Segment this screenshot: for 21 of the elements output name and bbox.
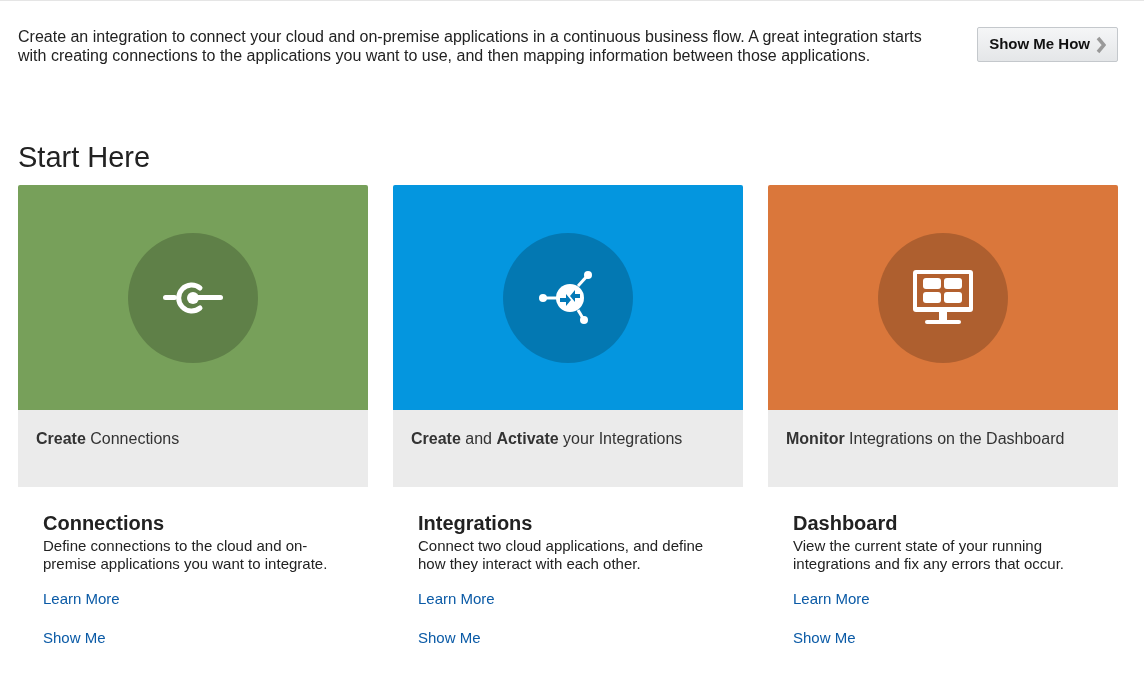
card-description: Connect two cloud applications, and define how they interact with each other. [418, 537, 705, 573]
intro-text: Create an integration to connect your cloud and on-premise applications in a continuous business flow. A great integration starts with creating connections to the applications you want to use, and then mapping information between those applications. [18, 27, 923, 65]
show-me-how-button[interactable]: Show Me How [977, 27, 1118, 62]
card-link[interactable]: Learn More [418, 589, 495, 608]
chevron-right-icon [1096, 35, 1106, 54]
card-description: Define connections to the cloud and on-premise applications you want to integrate. [43, 537, 329, 573]
card-description: View the current state of your running integrations and fix any errors that occur. [793, 537, 1065, 573]
card-title: Connections [43, 511, 166, 535]
card-link[interactable]: Show Me [43, 628, 106, 647]
card-link[interactable]: Show Me [793, 628, 856, 647]
card-title: Integrations [418, 511, 534, 535]
monitor-icon [913, 269, 973, 326]
section-heading: Start Here [17, 140, 152, 174]
card-title: Dashboard [793, 511, 899, 535]
card-link[interactable]: Learn More [793, 589, 870, 608]
card-caption: Create Connections [36, 430, 180, 447]
card-caption: Create and Activate your Integrations [411, 430, 683, 447]
card-link[interactable]: Show Me [418, 628, 481, 647]
card-banner[interactable] [768, 185, 1118, 410]
card-link[interactable]: Learn More [43, 589, 120, 608]
card-caption: Monitor Integrations on the Dashboard [786, 430, 1065, 447]
